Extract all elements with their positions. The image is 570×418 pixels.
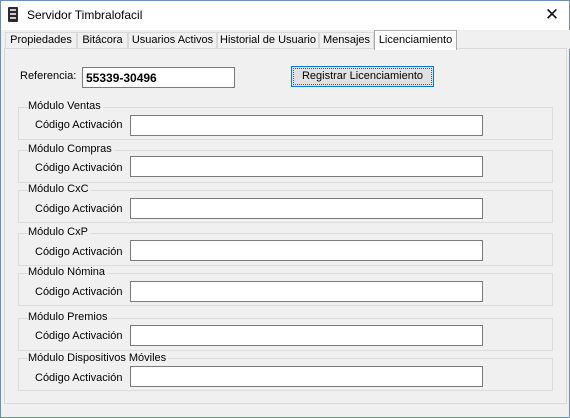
- module-title: Módulo Ventas: [28, 100, 103, 112]
- app-window: Servidor Timbralofacil ✕ Propiedades Bit…: [0, 0, 570, 418]
- server-app-icon: [8, 7, 18, 22]
- window-title: Servidor Timbralofacil: [27, 8, 143, 22]
- tab-historial-de-usuario[interactable]: Historial de Usuario: [217, 32, 319, 49]
- tab-propiedades[interactable]: Propiedades: [5, 32, 77, 49]
- register-license-button[interactable]: Registrar Licenciamiento: [291, 66, 434, 87]
- reference-label: Referencia:: [20, 70, 77, 82]
- module-title: Módulo Dispositivos Móviles: [28, 352, 169, 364]
- activation-code-dispositivos-moviles-field[interactable]: [130, 366, 483, 387]
- module-title: Módulo CxC: [28, 183, 91, 195]
- activation-code-label: Código Activación: [35, 119, 123, 131]
- activation-code-label: Código Activación: [35, 246, 123, 258]
- activation-code-premios-field[interactable]: [130, 325, 483, 346]
- module-title: Módulo Compras: [28, 143, 114, 155]
- activation-code-label: Código Activación: [35, 372, 123, 384]
- tab-mensajes[interactable]: Mensajes: [319, 32, 374, 49]
- tab-licenciamiento[interactable]: Licenciamiento: [374, 30, 457, 50]
- activation-code-ventas-field[interactable]: [130, 115, 483, 136]
- tab-bitacora[interactable]: Bitácora: [77, 32, 128, 49]
- activation-code-cxp-field[interactable]: [130, 240, 483, 261]
- activation-code-cxc-field[interactable]: [130, 198, 483, 219]
- activation-code-nomina-field[interactable]: [130, 281, 483, 302]
- activation-code-label: Código Activación: [35, 162, 123, 174]
- module-title: Módulo Premios: [28, 311, 110, 323]
- title-bar[interactable]: Servidor Timbralofacil ✕: [1, 1, 569, 30]
- activation-code-label: Código Activación: [35, 330, 123, 342]
- activation-code-label: Código Activación: [35, 203, 123, 215]
- reference-field[interactable]: [82, 67, 235, 88]
- activation-code-compras-field[interactable]: [130, 156, 483, 177]
- module-title: Módulo CxP: [28, 226, 90, 238]
- close-icon[interactable]: ✕: [535, 1, 569, 30]
- activation-code-label: Código Activación: [35, 286, 123, 298]
- module-title: Módulo Nómina: [28, 266, 108, 278]
- tab-strip: Propiedades Bitácora Usuarios Activos Hi…: [2, 30, 570, 50]
- tab-usuarios-activos[interactable]: Usuarios Activos: [128, 32, 217, 49]
